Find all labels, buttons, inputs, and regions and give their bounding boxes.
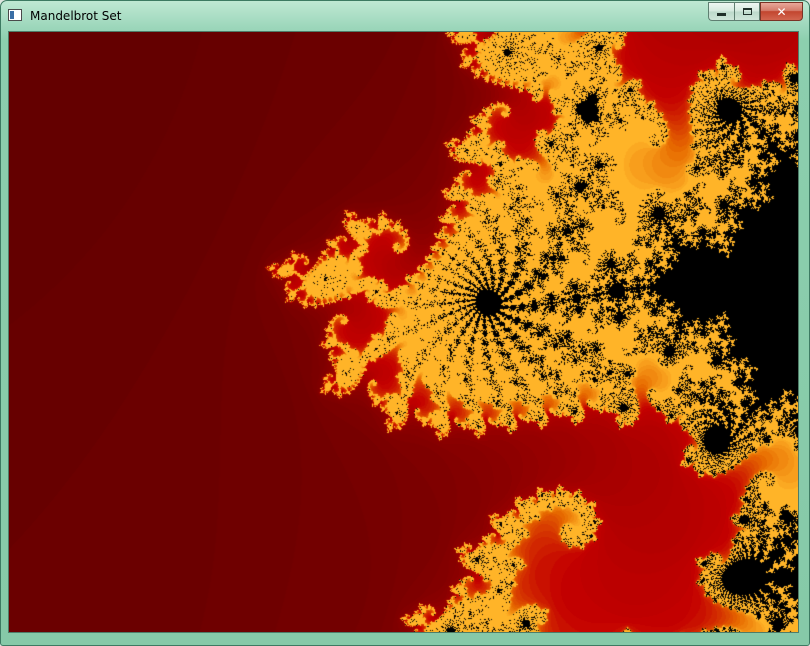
fractal-view[interactable] [8, 31, 799, 633]
maximize-button[interactable] [734, 2, 760, 21]
minimize-button[interactable] [708, 2, 734, 21]
app-window: Mandelbrot Set ✕ [0, 0, 810, 646]
window-title: Mandelbrot Set [30, 9, 122, 23]
maximize-icon [742, 8, 752, 15]
app-window-icon[interactable] [8, 9, 22, 21]
title-bar[interactable]: Mandelbrot Set ✕ [1, 1, 809, 31]
caption-buttons: ✕ [708, 2, 803, 22]
close-icon: ✕ [776, 4, 787, 19]
minimize-icon [717, 13, 726, 16]
close-button[interactable]: ✕ [760, 2, 803, 21]
mandelbrot-canvas[interactable] [9, 32, 798, 632]
